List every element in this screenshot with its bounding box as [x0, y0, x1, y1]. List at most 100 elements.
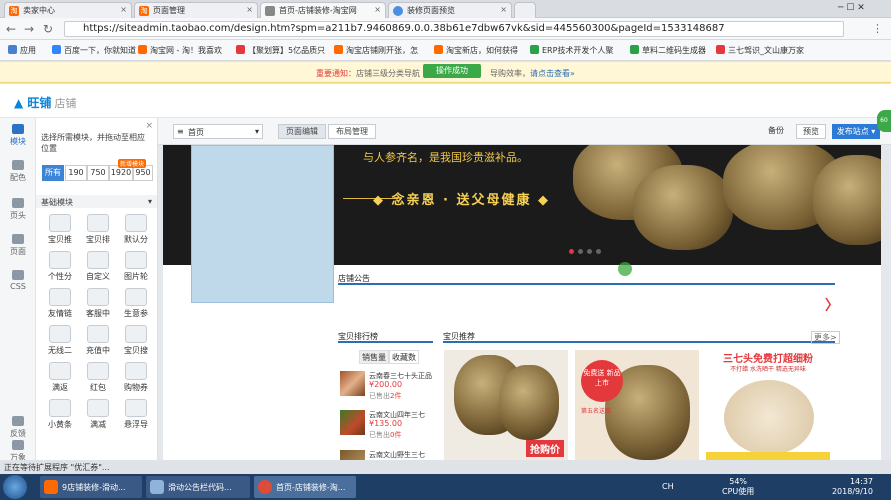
notice-prefix: 重要通知： [316, 69, 357, 78]
logo[interactable]: ▲ 旺铺 店铺 [14, 94, 76, 111]
module-item[interactable]: 客服中 [80, 286, 116, 322]
bookmark-item[interactable]: 三七驾识_文山康万家 [716, 45, 804, 56]
module-label: 生意参 [124, 309, 148, 318]
module-item[interactable]: 充值中 [80, 323, 116, 359]
module-item[interactable]: 宝贝推 [42, 212, 78, 248]
side-badge[interactable]: 60 [877, 110, 891, 132]
rail-item-header[interactable]: 页头 [0, 198, 36, 221]
bookmark-item[interactable]: 草料二维码生成器 [630, 45, 706, 56]
new-tab-button[interactable] [514, 2, 536, 18]
recharge-icon [87, 325, 109, 343]
backup-button[interactable]: 备份 [760, 124, 792, 139]
back-icon[interactable]: ← [6, 22, 16, 36]
carousel-dot[interactable] [587, 249, 592, 254]
close-icon[interactable]: × [246, 5, 253, 14]
banner-slogan: ◆ 念亲恩 · 送父母健康 ◆ [373, 193, 551, 208]
bookmark-item[interactable]: 淘宝网 - 淘！我喜欢 [138, 45, 222, 56]
more-link[interactable]: 更多> [811, 331, 840, 344]
section-basic-modules[interactable]: 基础模块 ▾ [36, 195, 157, 208]
product-card[interactable]: 三七头免费打超细粉 不打蜡 水洗晒干 精选无异味 [706, 350, 830, 460]
palette-icon [12, 160, 24, 170]
carousel-dot[interactable] [578, 249, 583, 254]
rail-item-css[interactable]: CSS [0, 270, 36, 291]
taobao-icon [138, 45, 147, 54]
module-item[interactable]: 友情链 [42, 286, 78, 322]
bookmark-item[interactable]: 应用 [8, 45, 36, 56]
module-label: 图片轮 [124, 272, 148, 281]
tab-favorites[interactable]: 收藏数 [389, 350, 419, 364]
taskbar-app[interactable]: 首页-店铺装修-淘... [254, 476, 356, 498]
bookmark-item[interactable]: 【聚划算】5亿品质只 [236, 45, 325, 56]
browser-tab-seller-center[interactable]: 淘卖家中心 × [4, 2, 132, 18]
rail-item-color[interactable]: 配色 [0, 160, 36, 183]
module-item[interactable]: 默认分 [118, 212, 154, 248]
publish-button[interactable]: 发布站点 ▾ [832, 124, 880, 139]
bookmark-item[interactable]: 百度一下，你就知道 [52, 45, 136, 56]
module-item[interactable]: 购物券 [118, 360, 154, 396]
bookmark-label: 淘宝新店，如何获得 [446, 46, 518, 55]
module-label: 无线二 [48, 346, 72, 355]
module-item[interactable]: 自定义 [80, 249, 116, 285]
module-item[interactable]: 满返 [42, 360, 78, 396]
width-filter-all[interactable]: 所有 [42, 165, 64, 181]
rail-item-module[interactable]: 模块 [0, 124, 36, 147]
taskbar-app[interactable]: 滑动公告栏代码... [146, 476, 250, 498]
rank-item[interactable]: 云南文山四年三七 ¥135.00 已售出0件 [340, 406, 436, 446]
rank-item[interactable]: 云南春三七十头正品 ¥200.00 已售出2件 [340, 367, 436, 407]
module-item[interactable]: 悬浮导 [118, 397, 154, 433]
panel-hint: 选择所需模块，并拖动至相应位置 [41, 133, 145, 153]
tab-layout-manage[interactable]: 布局管理 [328, 124, 376, 139]
close-icon[interactable]: × [500, 5, 507, 14]
module-item[interactable]: 无线二 [42, 323, 78, 359]
close-icon[interactable]: × [120, 5, 127, 14]
browser-tab-page-manage[interactable]: 淘页面管理 × [134, 2, 258, 18]
bookmark-item[interactable]: 淘宝新店，如何获得 [434, 45, 518, 56]
notice-link[interactable]: 请点击查看» [530, 69, 575, 78]
page-select[interactable]: ≡ 首页 ▾ [173, 124, 263, 139]
module-label: 客服中 [86, 309, 110, 318]
module-label: 宝贝搜 [124, 346, 148, 355]
selected-module-placeholder[interactable] [191, 145, 334, 303]
module-item[interactable]: 满减 [80, 397, 116, 433]
browser-tab-shop-decoration[interactable]: 首页-店铺装修-淘宝网 × [260, 2, 386, 18]
module-item[interactable]: 生意参 [118, 286, 154, 322]
preview-button[interactable]: 预览 [796, 124, 826, 139]
module-item[interactable]: 红包 [80, 360, 116, 396]
start-button[interactable] [3, 475, 27, 499]
carousel-dot[interactable] [596, 249, 601, 254]
menu-icon[interactable]: ⋮ [872, 22, 883, 35]
notice-title: 店铺公告 [338, 274, 370, 283]
width-filter-750[interactable]: 750 [87, 165, 109, 181]
close-icon[interactable]: × [374, 5, 381, 14]
browser-tab-preview[interactable]: 装修页面预览 × [388, 2, 512, 18]
taskbar-app[interactable]: 9店铺装修-滑动... [40, 476, 142, 498]
ime-indicator[interactable]: CH [662, 482, 674, 491]
rank-item[interactable]: 云南文山野生三七 [340, 446, 436, 460]
rail-item-feedback[interactable]: 反馈 [0, 416, 36, 439]
tab-sales[interactable]: 销售量 [359, 350, 389, 364]
clock[interactable]: 14:37 2018/9/10 [832, 477, 873, 497]
module-label: 友情链 [48, 309, 72, 318]
module-item[interactable]: 宝贝排 [80, 212, 116, 248]
module-item[interactable]: 图片轮 [118, 249, 154, 285]
width-filter-190[interactable]: 190 [65, 165, 87, 181]
module-item[interactable]: 宝贝搜 [118, 323, 154, 359]
product-card[interactable]: 抢购价 [444, 350, 568, 460]
window-controls[interactable]: ─ ☐ ✕ [838, 3, 865, 13]
reload-icon[interactable]: ↻ [43, 22, 53, 36]
promo-icon [49, 214, 71, 232]
bookmark-item[interactable]: 淘宝店铺刚开张，怎 [334, 45, 418, 56]
module-item[interactable]: 小黄条 [42, 397, 78, 433]
url-input[interactable]: https://siteadmin.taobao.com/design.htm?… [64, 21, 844, 37]
product-card[interactable]: 免费送 新品上市 第五名送赠 [575, 350, 699, 460]
tab-page-edit[interactable]: 页面编辑 [278, 124, 326, 139]
forward-icon[interactable]: → [24, 22, 34, 36]
module-item[interactable]: 个性分 [42, 249, 78, 285]
close-icon[interactable]: × [145, 121, 153, 131]
carousel-dot[interactable] [569, 249, 574, 254]
bookmark-item[interactable]: ERP技术开发个人聚 [530, 45, 613, 56]
site-icon [716, 45, 725, 54]
sanqi-root-image [633, 165, 733, 250]
module-panel: × 选择所需模块，并拖动至相应位置 所有 190 750 1920 950 新增… [36, 118, 158, 460]
rail-item-page[interactable]: 页面 [0, 234, 36, 257]
